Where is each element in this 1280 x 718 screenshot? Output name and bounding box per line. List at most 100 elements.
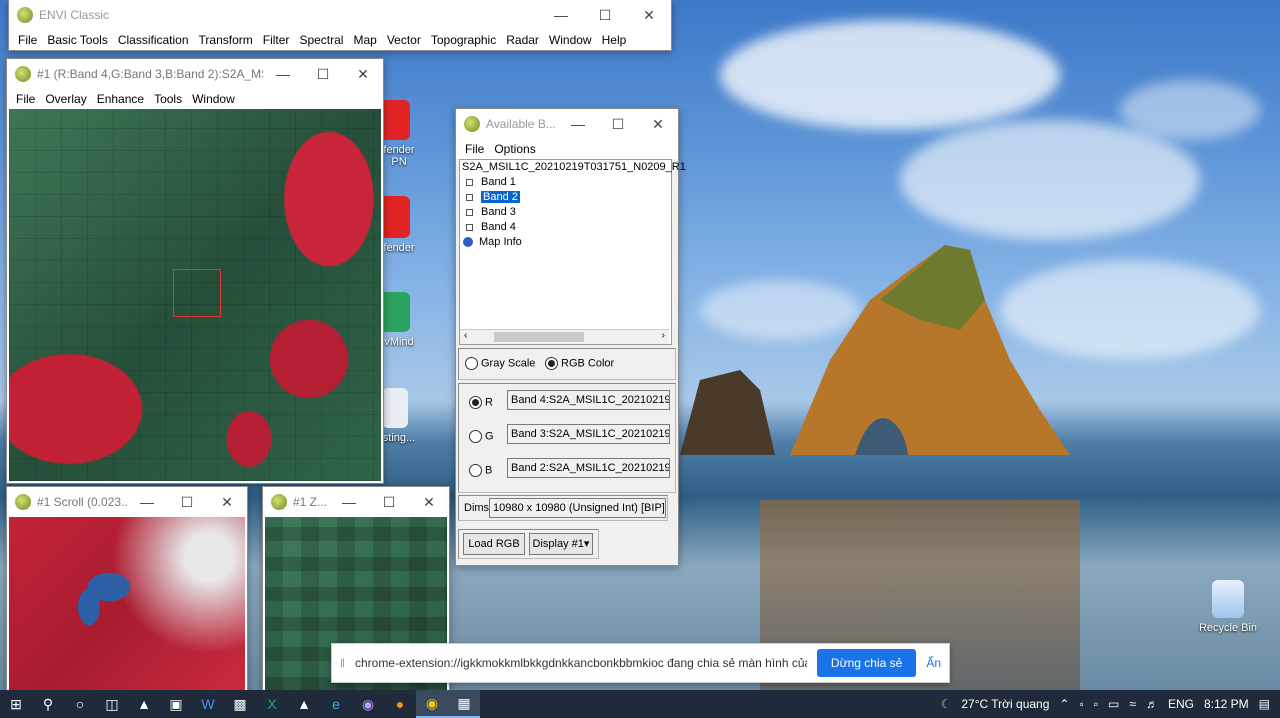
app-icon[interactable]: ▲ (128, 690, 160, 718)
menu-filter[interactable]: Filter (258, 33, 295, 47)
minimize-icon[interactable]: — (539, 7, 583, 23)
menu-file[interactable]: File (13, 33, 42, 47)
wifi-icon[interactable]: ≈ (1129, 697, 1136, 711)
clock[interactable]: 8:12 PM (1204, 697, 1249, 711)
g-band-field[interactable]: Band 3:S2A_MSIL1C_20210219T0 (507, 424, 670, 444)
envi-taskbar-icon[interactable]: ▦ (448, 690, 480, 718)
g-option[interactable]: G (469, 430, 494, 443)
r-option[interactable]: R (469, 396, 493, 409)
band-label: Band 3 (481, 206, 516, 218)
cortana-icon[interactable]: ○ (64, 690, 96, 718)
word-icon[interactable]: W (192, 690, 224, 718)
band-item[interactable]: Band 3 (460, 205, 671, 220)
scroll-title: #1 Scroll (0.023... (37, 495, 127, 509)
band-item[interactable]: Band 4 (460, 220, 671, 235)
chrome-icon[interactable]: ◉ (416, 690, 448, 718)
band-item[interactable]: Band 1 (460, 175, 671, 190)
menu-transform[interactable]: Transform (194, 33, 258, 47)
show-hidden-icons-icon[interactable]: ⌃ (1059, 697, 1069, 711)
b-option[interactable]: B (469, 464, 492, 477)
app-icon[interactable]: ▩ (224, 690, 256, 718)
map-info-item[interactable]: Map Info (460, 235, 671, 250)
rgb-color-option[interactable]: RGB Color (545, 357, 614, 370)
screen-share-notification: ‖ chrome-extension://igkkmokkmlbkkgdnkka… (331, 643, 950, 683)
edge-icon[interactable]: e (320, 690, 352, 718)
search-icon[interactable]: ⚲ (32, 690, 64, 718)
volume-icon[interactable]: ♬ (1146, 697, 1158, 711)
tray-app-icon[interactable]: ▫ (1094, 697, 1098, 711)
bands-title: Available B... (486, 117, 556, 131)
menu-radar[interactable]: Radar (501, 33, 544, 47)
photos-icon[interactable]: ▣ (160, 690, 192, 718)
scroll-overview-image[interactable] (9, 517, 245, 691)
windows-start-icon[interactable]: ⊞ (0, 690, 32, 718)
excel-icon[interactable]: X (256, 690, 288, 718)
stop-sharing-button[interactable]: Dừng chia sẻ (816, 649, 917, 677)
maximize-icon[interactable]: ☐ (167, 494, 207, 511)
battery-icon[interactable]: ▭ (1108, 697, 1119, 711)
hide-button[interactable]: Ẩn (926, 656, 941, 670)
close-icon[interactable]: ✕ (627, 7, 671, 24)
language-indicator[interactable]: ENG (1168, 697, 1194, 711)
menu-help[interactable]: Help (597, 33, 632, 47)
close-icon[interactable]: ✕ (638, 116, 678, 133)
zoom-box-indicator[interactable] (173, 269, 221, 317)
r-band-field[interactable]: Band 4:S2A_MSIL1C_20210219T0 (507, 390, 670, 410)
minimize-icon[interactable]: — (127, 494, 167, 510)
menu-window[interactable]: Window (544, 33, 597, 47)
maximize-icon[interactable]: ☐ (303, 66, 343, 83)
minimize-icon[interactable]: — (329, 494, 369, 510)
g-radio[interactable] (469, 430, 482, 443)
b-band-field[interactable]: Band 2:S2A_MSIL1C_20210219T0 (507, 458, 670, 478)
sea-rock-arch (680, 245, 1070, 455)
menu-map[interactable]: Map (348, 33, 381, 47)
load-rgb-button[interactable]: Load RGB (463, 533, 525, 555)
minimize-icon[interactable]: — (558, 116, 598, 132)
notifications-icon[interactable]: ▤ (1259, 697, 1270, 711)
close-icon[interactable]: ✕ (343, 66, 383, 83)
menu-classification[interactable]: Classification (113, 33, 194, 47)
desktop-icon-label: vMind (384, 336, 414, 348)
r-radio[interactable] (469, 396, 482, 409)
rgb-color-radio[interactable] (545, 357, 558, 370)
gray-scale-radio[interactable] (465, 357, 478, 370)
file-node[interactable]: S2A_MSIL1C_20210219T031751_N0209_R1 (460, 160, 686, 175)
scrollbar-thumb[interactable] (494, 332, 584, 342)
tray-app-icon[interactable]: ▫ (1079, 697, 1083, 711)
display-select-button[interactable]: Display #1▾ (529, 533, 593, 555)
display-menu-overlay[interactable]: Overlay (40, 92, 91, 106)
false-color-image[interactable] (9, 109, 381, 481)
task-view-icon[interactable]: ◫ (96, 690, 128, 718)
menu-vector[interactable]: Vector (382, 33, 426, 47)
band-list[interactable]: S2A_MSIL1C_20210219T031751_N0209_R1 Band… (459, 159, 686, 345)
display-menu-window[interactable]: Window (187, 92, 240, 106)
horizontal-scrollbar[interactable]: ‹ › (460, 329, 669, 344)
system-tray: ☾ 27°C Trời quang ⌃ ▫ ▫ ▭ ≈ ♬ ENG 8:12 P… (941, 697, 1280, 711)
maximize-icon[interactable]: ☐ (598, 116, 638, 133)
weather-text[interactable]: 27°C Trời quang (961, 697, 1049, 711)
maximize-icon[interactable]: ☐ (583, 7, 627, 24)
app-icon[interactable]: ◉ (352, 690, 384, 718)
scroll-right-icon[interactable]: › (662, 330, 665, 341)
display-menu-tools[interactable]: Tools (149, 92, 187, 106)
g-label: G (485, 430, 494, 443)
gray-scale-option[interactable]: Gray Scale (465, 357, 535, 370)
firefox-icon[interactable]: ● (384, 690, 416, 718)
app-icon[interactable]: ▲ (288, 690, 320, 718)
bands-menu-options[interactable]: Options (489, 142, 540, 156)
scroll-left-icon[interactable]: ‹ (464, 330, 467, 341)
b-radio[interactable] (469, 464, 482, 477)
band-item-selected[interactable]: Band 2 (460, 190, 671, 205)
display-menu-enhance[interactable]: Enhance (92, 92, 149, 106)
menu-basic-tools[interactable]: Basic Tools (42, 33, 112, 47)
menu-spectral[interactable]: Spectral (294, 33, 348, 47)
display-menu-file[interactable]: File (11, 92, 40, 106)
recycle-bin-icon[interactable]: Recycle Bin (1193, 580, 1263, 634)
maximize-icon[interactable]: ☐ (369, 494, 409, 511)
drag-handle-icon[interactable]: ‖ (340, 656, 345, 670)
minimize-icon[interactable]: — (263, 66, 303, 82)
menu-topographic[interactable]: Topographic (426, 33, 501, 47)
close-icon[interactable]: ✕ (207, 494, 247, 511)
bands-menu-file[interactable]: File (460, 142, 489, 156)
close-icon[interactable]: ✕ (409, 494, 449, 511)
